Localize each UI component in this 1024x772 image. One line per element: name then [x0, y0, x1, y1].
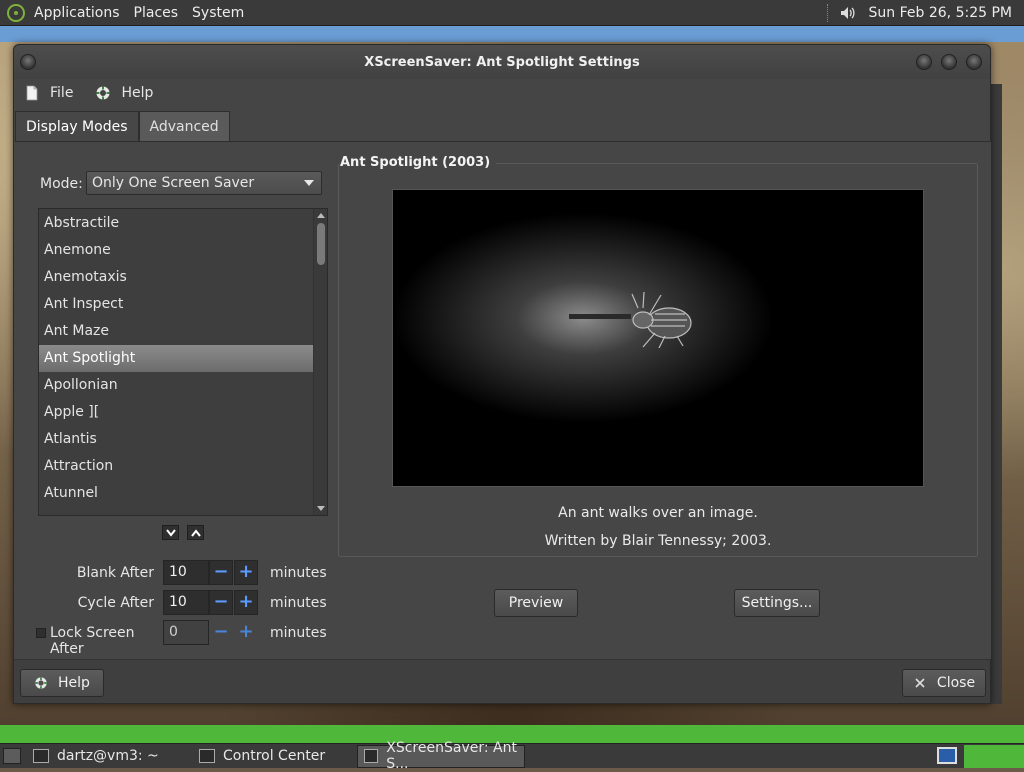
preview-button[interactable]: Preview — [494, 589, 578, 617]
help-menu-label: Help — [121, 85, 154, 101]
system-menu[interactable]: System — [192, 5, 244, 21]
workspace-switcher[interactable] — [964, 745, 1024, 768]
list-scrollbar[interactable] — [313, 209, 327, 515]
list-item[interactable]: Ant Inspect — [39, 291, 313, 318]
tab-advanced[interactable]: Advanced — [138, 111, 230, 141]
cycle-after-label: Cycle After — [77, 595, 154, 611]
blank-after-decrement-button[interactable]: − — [209, 560, 233, 585]
lock-screen-decrement-button[interactable]: − — [209, 620, 233, 645]
previous-saver-button[interactable] — [187, 525, 204, 540]
background-window-edge — [990, 84, 1002, 704]
window-menu-icon[interactable] — [20, 54, 36, 70]
mode-label: Mode: — [40, 176, 83, 192]
list-item[interactable]: Apple ][ — [39, 399, 313, 426]
list-item[interactable]: Abstractile — [39, 210, 313, 237]
tab-bar: Display Modes Advanced — [15, 111, 230, 141]
window-icon — [364, 749, 379, 763]
minimize-icon[interactable] — [916, 54, 932, 70]
maximize-icon[interactable] — [941, 54, 957, 70]
bottom-taskbar: dartz@vm3: ~ Control Center XScreenSaver… — [0, 740, 1024, 772]
cycle-after-input[interactable]: 10 — [163, 590, 209, 615]
distro-logo-icon[interactable] — [7, 3, 25, 22]
lifebuoy-icon — [96, 86, 110, 100]
tab-display-modes[interactable]: Display Modes — [15, 111, 139, 141]
scroll-down-icon[interactable] — [317, 506, 325, 511]
mode-dropdown[interactable]: Only One Screen Saver — [86, 171, 322, 195]
clock[interactable]: Sun Feb 26, 5:25 PM — [869, 5, 1012, 21]
list-item[interactable]: Attraction — [39, 453, 313, 480]
close-button[interactable]: Close — [902, 669, 986, 697]
file-menu[interactable]: File — [24, 85, 73, 101]
cycle-after-increment-button[interactable]: + — [234, 590, 258, 615]
window-titlebar[interactable]: XScreenSaver: Ant Spotlight Settings — [14, 45, 990, 79]
task-xscreensaver[interactable]: XScreenSaver: Ant S... — [357, 740, 525, 772]
xscreensaver-settings-window: XScreenSaver: Ant Spotlight Settings Fil… — [13, 44, 991, 704]
screensaver-preview — [392, 189, 924, 487]
task-control-center-label: Control Center — [223, 748, 326, 764]
window-title: XScreenSaver: Ant Spotlight Settings — [364, 54, 640, 70]
chevron-up-icon — [190, 528, 201, 537]
chevron-down-icon — [304, 180, 314, 186]
scroll-up-icon[interactable] — [317, 213, 325, 218]
lock-screen-after-input[interactable]: 0 — [163, 620, 209, 645]
scrollbar-thumb[interactable] — [317, 223, 325, 265]
control-center-icon — [199, 749, 215, 763]
terminal-icon — [33, 749, 49, 763]
show-desktop-icon[interactable] — [3, 748, 21, 764]
list-item[interactable]: Anemotaxis — [39, 264, 313, 291]
lifebuoy-icon — [35, 677, 47, 689]
saver-frame-title: Ant Spotlight (2003) — [340, 155, 497, 170]
panel-separator — [826, 3, 831, 22]
saver-author: Written by Blair Tennessy; 2003. — [544, 533, 772, 549]
close-icon — [915, 678, 925, 688]
applications-menu[interactable]: Applications — [34, 5, 120, 21]
task-terminal[interactable]: dartz@vm3: ~ — [27, 745, 187, 768]
task-control-center[interactable]: Control Center — [193, 745, 351, 768]
help-button[interactable]: Help — [20, 669, 104, 697]
list-item-selected[interactable]: Ant Spotlight — [39, 345, 313, 372]
blank-after-input[interactable]: 10 — [163, 560, 209, 585]
close-button-label: Close — [936, 675, 976, 691]
cycle-after-unit: minutes — [270, 595, 327, 611]
task-terminal-label: dartz@vm3: ~ — [57, 748, 159, 764]
list-item[interactable]: Anemone — [39, 237, 313, 264]
blank-after-label: Blank After — [76, 565, 154, 581]
document-icon — [26, 85, 38, 101]
cycle-after-decrement-button[interactable]: − — [209, 590, 233, 615]
next-saver-button[interactable] — [162, 525, 179, 540]
list-item[interactable]: Ant Maze — [39, 318, 313, 345]
task-xscreensaver-label: XScreenSaver: Ant S... — [386, 740, 517, 772]
menubar: File Help — [14, 79, 990, 107]
lock-screen-after-unit: minutes — [270, 625, 327, 641]
lock-screen-checkbox[interactable] — [36, 628, 46, 638]
help-menu[interactable]: Help — [95, 85, 153, 101]
saver-description: An ant walks over an image. — [558, 505, 758, 521]
screensaver-list[interactable]: Abstractile Anemone Anemotaxis Ant Inspe… — [38, 208, 328, 516]
chevron-down-icon — [165, 528, 176, 537]
ant-spotlight-render — [393, 213, 773, 423]
list-item[interactable]: Apollonian — [39, 372, 313, 399]
list-item[interactable]: Atunnel — [39, 480, 313, 507]
desktop-wallpaper-band — [0, 26, 1024, 42]
list-item[interactable]: Atlantis — [39, 426, 313, 453]
lock-screen-after-label: Lock Screen After — [50, 625, 135, 657]
blank-after-increment-button[interactable]: + — [234, 560, 258, 585]
places-menu[interactable]: Places — [134, 5, 179, 21]
lock-screen-increment-button[interactable]: + — [234, 620, 258, 645]
volume-icon[interactable] — [839, 4, 857, 22]
file-menu-label: File — [50, 85, 74, 101]
help-button-label: Help — [58, 675, 90, 691]
workspace-window-icon[interactable] — [937, 747, 957, 764]
blank-after-unit: minutes — [270, 565, 327, 581]
mode-dropdown-value: Only One Screen Saver — [92, 175, 255, 191]
settings-button[interactable]: Settings... — [734, 589, 820, 617]
dialog-button-bar — [14, 659, 990, 703]
panel-tray: Sun Feb 26, 5:25 PM — [826, 3, 1024, 22]
close-window-icon[interactable] — [966, 54, 982, 70]
top-panel: Applications Places System Sun Feb 26, 5… — [0, 0, 1024, 26]
